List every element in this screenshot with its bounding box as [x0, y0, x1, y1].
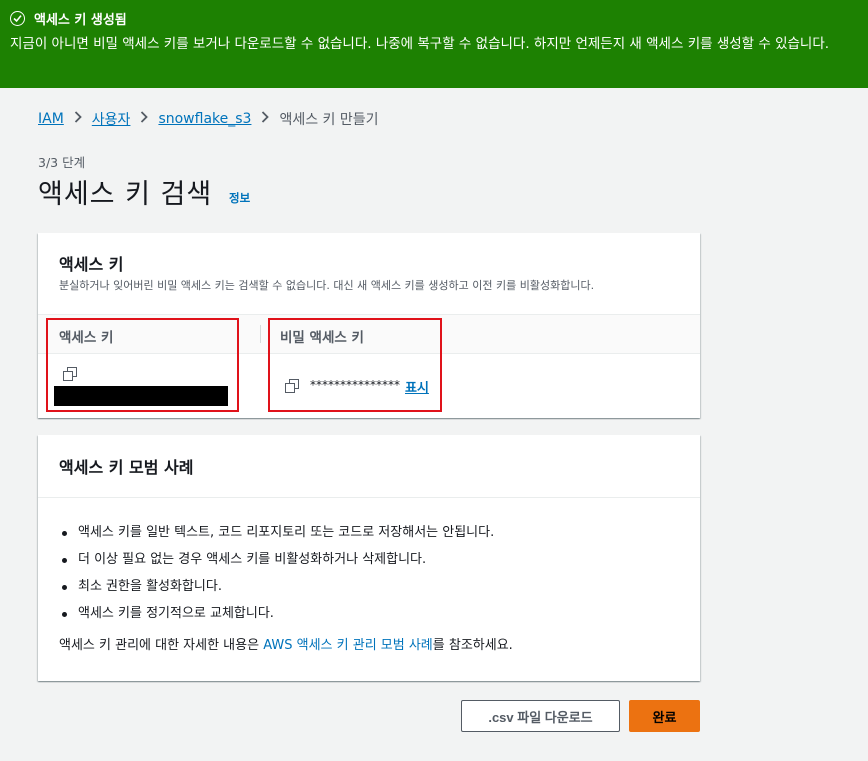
chevron-right-icon: [140, 111, 149, 127]
breadcrumb-current: 액세스 키 만들기: [279, 112, 379, 128]
list-item: 최소 권한을 활성화합니다.: [62, 573, 494, 600]
breadcrumb-iam[interactable]: IAM: [38, 111, 64, 127]
highlight-secret-key: [268, 318, 442, 412]
reference-prefix: 액세스 키 관리에 대한 자세한 내용은: [59, 638, 264, 653]
success-banner: 액세스 키 생성됨 지금이 아니면 비밀 액세스 키를 보거나 다운로드할 수 …: [0, 0, 868, 88]
info-link[interactable]: 정보: [229, 190, 250, 206]
best-practices-panel: 액세스 키 모범 사례 액세스 키를 일반 텍스트, 코드 리포지토리 또는 코…: [38, 435, 700, 681]
divider: [38, 497, 700, 498]
check-circle-icon: [10, 11, 25, 26]
highlight-access-key: [46, 318, 239, 412]
reference-text: 액세스 키 관리에 대한 자세한 내용은 AWS 액세스 키 관리 모범 사례를…: [59, 634, 513, 653]
list-item: 액세스 키를 일반 텍스트, 코드 리포지토리 또는 코드로 저장해서는 안됩니…: [62, 519, 494, 546]
chevron-right-icon: [74, 111, 82, 127]
breadcrumb: IAM 사용자 snowflake_s3 액세스 키 만들기: [38, 109, 379, 129]
step-indicator: 3/3 단계: [38, 155, 86, 170]
reference-suffix: 를 참조하세요.: [432, 638, 513, 653]
panel-title: 액세스 키: [59, 255, 124, 274]
banner-title: 액세스 키 생성됨: [34, 13, 127, 28]
download-csv-button[interactable]: .csv 파일 다운로드: [461, 700, 620, 732]
chevron-right-icon: [261, 111, 270, 127]
done-button[interactable]: 완료: [629, 700, 700, 732]
best-practices-link[interactable]: AWS 액세스 키 관리 모범 사례: [263, 638, 433, 653]
column-divider: [260, 325, 261, 343]
panel-description: 분실하거나 잊어버린 비밀 액세스 키는 검색할 수 없습니다. 대신 새 액세…: [59, 279, 595, 292]
breadcrumb-user[interactable]: snowflake_s3: [158, 111, 251, 127]
page-title: 액세스 키 검색: [38, 179, 213, 210]
breadcrumb-users[interactable]: 사용자: [92, 109, 131, 129]
panel-title: 액세스 키 모범 사례: [59, 458, 194, 477]
best-practices-list: 액세스 키를 일반 텍스트, 코드 리포지토리 또는 코드로 저장해서는 안됩니…: [62, 519, 494, 627]
list-item: 더 이상 필요 없는 경우 액세스 키를 비활성화하거나 삭제합니다.: [62, 546, 494, 573]
list-item: 액세스 키를 정기적으로 교체합니다.: [62, 600, 494, 627]
banner-message: 지금이 아니면 비밀 액세스 키를 보거나 다운로드할 수 없습니다. 나중에 …: [10, 36, 830, 52]
